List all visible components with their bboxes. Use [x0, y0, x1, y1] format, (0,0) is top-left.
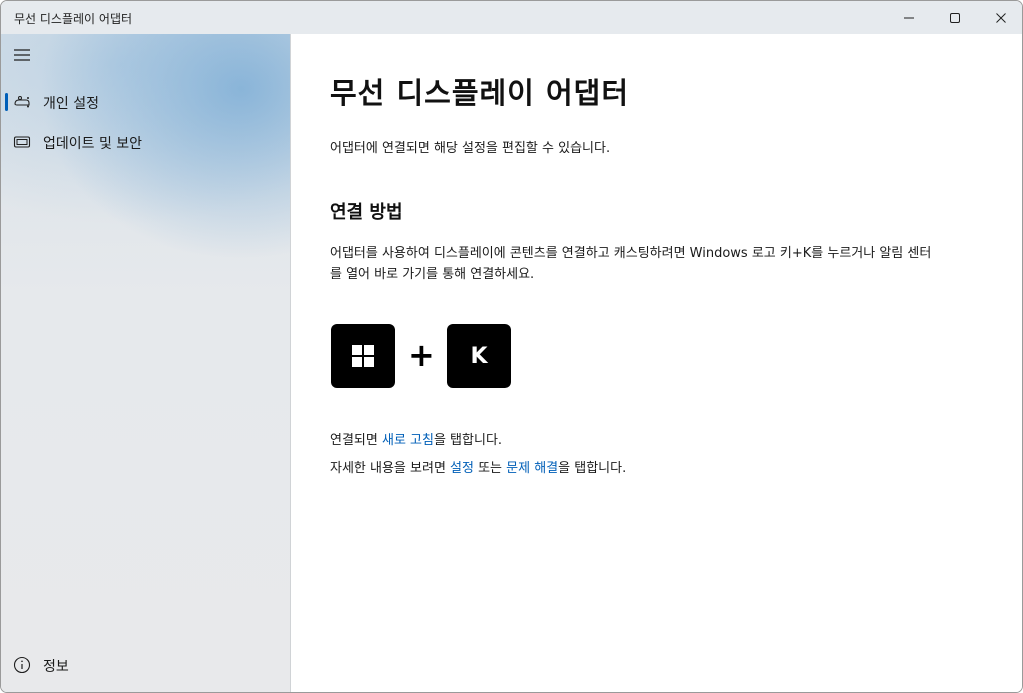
windows-logo-icon	[352, 345, 374, 367]
section-title: 연결 방법	[330, 202, 403, 223]
maximize-icon	[950, 12, 960, 23]
plus-sign: +	[408, 336, 435, 374]
details-hint-prefix: 자세한 내용을 보려면	[330, 461, 451, 476]
minimize-icon	[904, 17, 914, 18]
sidebar-item-personalize[interactable]: 개인 설정	[5, 85, 285, 119]
settings-link[interactable]: 설정	[450, 461, 474, 476]
refresh-hint: 연결되면 새로 고침을 탭합니다.	[330, 429, 502, 448]
details-hint-middle: 또는	[473, 461, 507, 476]
sidebar-item-label: 개인 설정	[43, 96, 99, 112]
personalize-icon	[13, 93, 31, 111]
minimize-button[interactable]	[886, 1, 932, 34]
description-text: 어댑터에 연결되면 해당 설정을 편집할 수 있습니다.	[330, 141, 611, 156]
app-window: 무선 디스플레이 어댑터 개인 설정 업데이트 및 보안 정보 무선 디스플레이…	[0, 0, 1023, 693]
instructions-text: 어댑터를 사용하여 디스플레이에 콘텐츠를 연결하고 캐스팅하려면 Window…	[330, 246, 932, 282]
selected-indicator	[5, 93, 8, 111]
hamburger-menu-icon	[14, 49, 30, 61]
sidebar: 개인 설정 업데이트 및 보안 정보	[1, 34, 291, 692]
hamburger-menu-button[interactable]	[9, 44, 35, 66]
sidebar-item-label: 정보	[43, 659, 69, 675]
maximize-button[interactable]	[932, 1, 978, 34]
windows-key	[331, 324, 395, 388]
refresh-hint-prefix: 연결되면	[330, 433, 382, 448]
sidebar-item-label: 업데이트 및 보안	[43, 136, 143, 152]
update-security-icon	[13, 133, 31, 151]
page-title: 무선 디스플레이 어댑터	[330, 76, 629, 110]
close-button[interactable]	[978, 1, 1022, 34]
title-bar[interactable]: 무선 디스플레이 어댑터	[1, 1, 1022, 34]
k-key: K	[447, 324, 511, 388]
k-key-label: K	[470, 343, 488, 369]
close-icon	[996, 12, 1006, 23]
window-title: 무선 디스플레이 어댑터	[14, 12, 133, 26]
sidebar-item-info[interactable]: 정보	[5, 648, 285, 682]
details-hint-suffix: 을 탭합니다.	[558, 461, 627, 476]
details-hint: 자세한 내용을 보려면 설정 또는 문제 해결을 탭합니다.	[330, 457, 626, 476]
troubleshoot-link[interactable]: 문제 해결	[506, 461, 558, 476]
refresh-link[interactable]: 새로 고침	[382, 433, 434, 448]
sidebar-item-update-security[interactable]: 업데이트 및 보안	[5, 125, 285, 159]
info-icon	[13, 656, 31, 674]
main-content: 무선 디스플레이 어댑터 어댑터에 연결되면 해당 설정을 편집할 수 있습니다…	[292, 34, 1022, 692]
refresh-hint-suffix: 을 탭합니다.	[433, 433, 503, 448]
